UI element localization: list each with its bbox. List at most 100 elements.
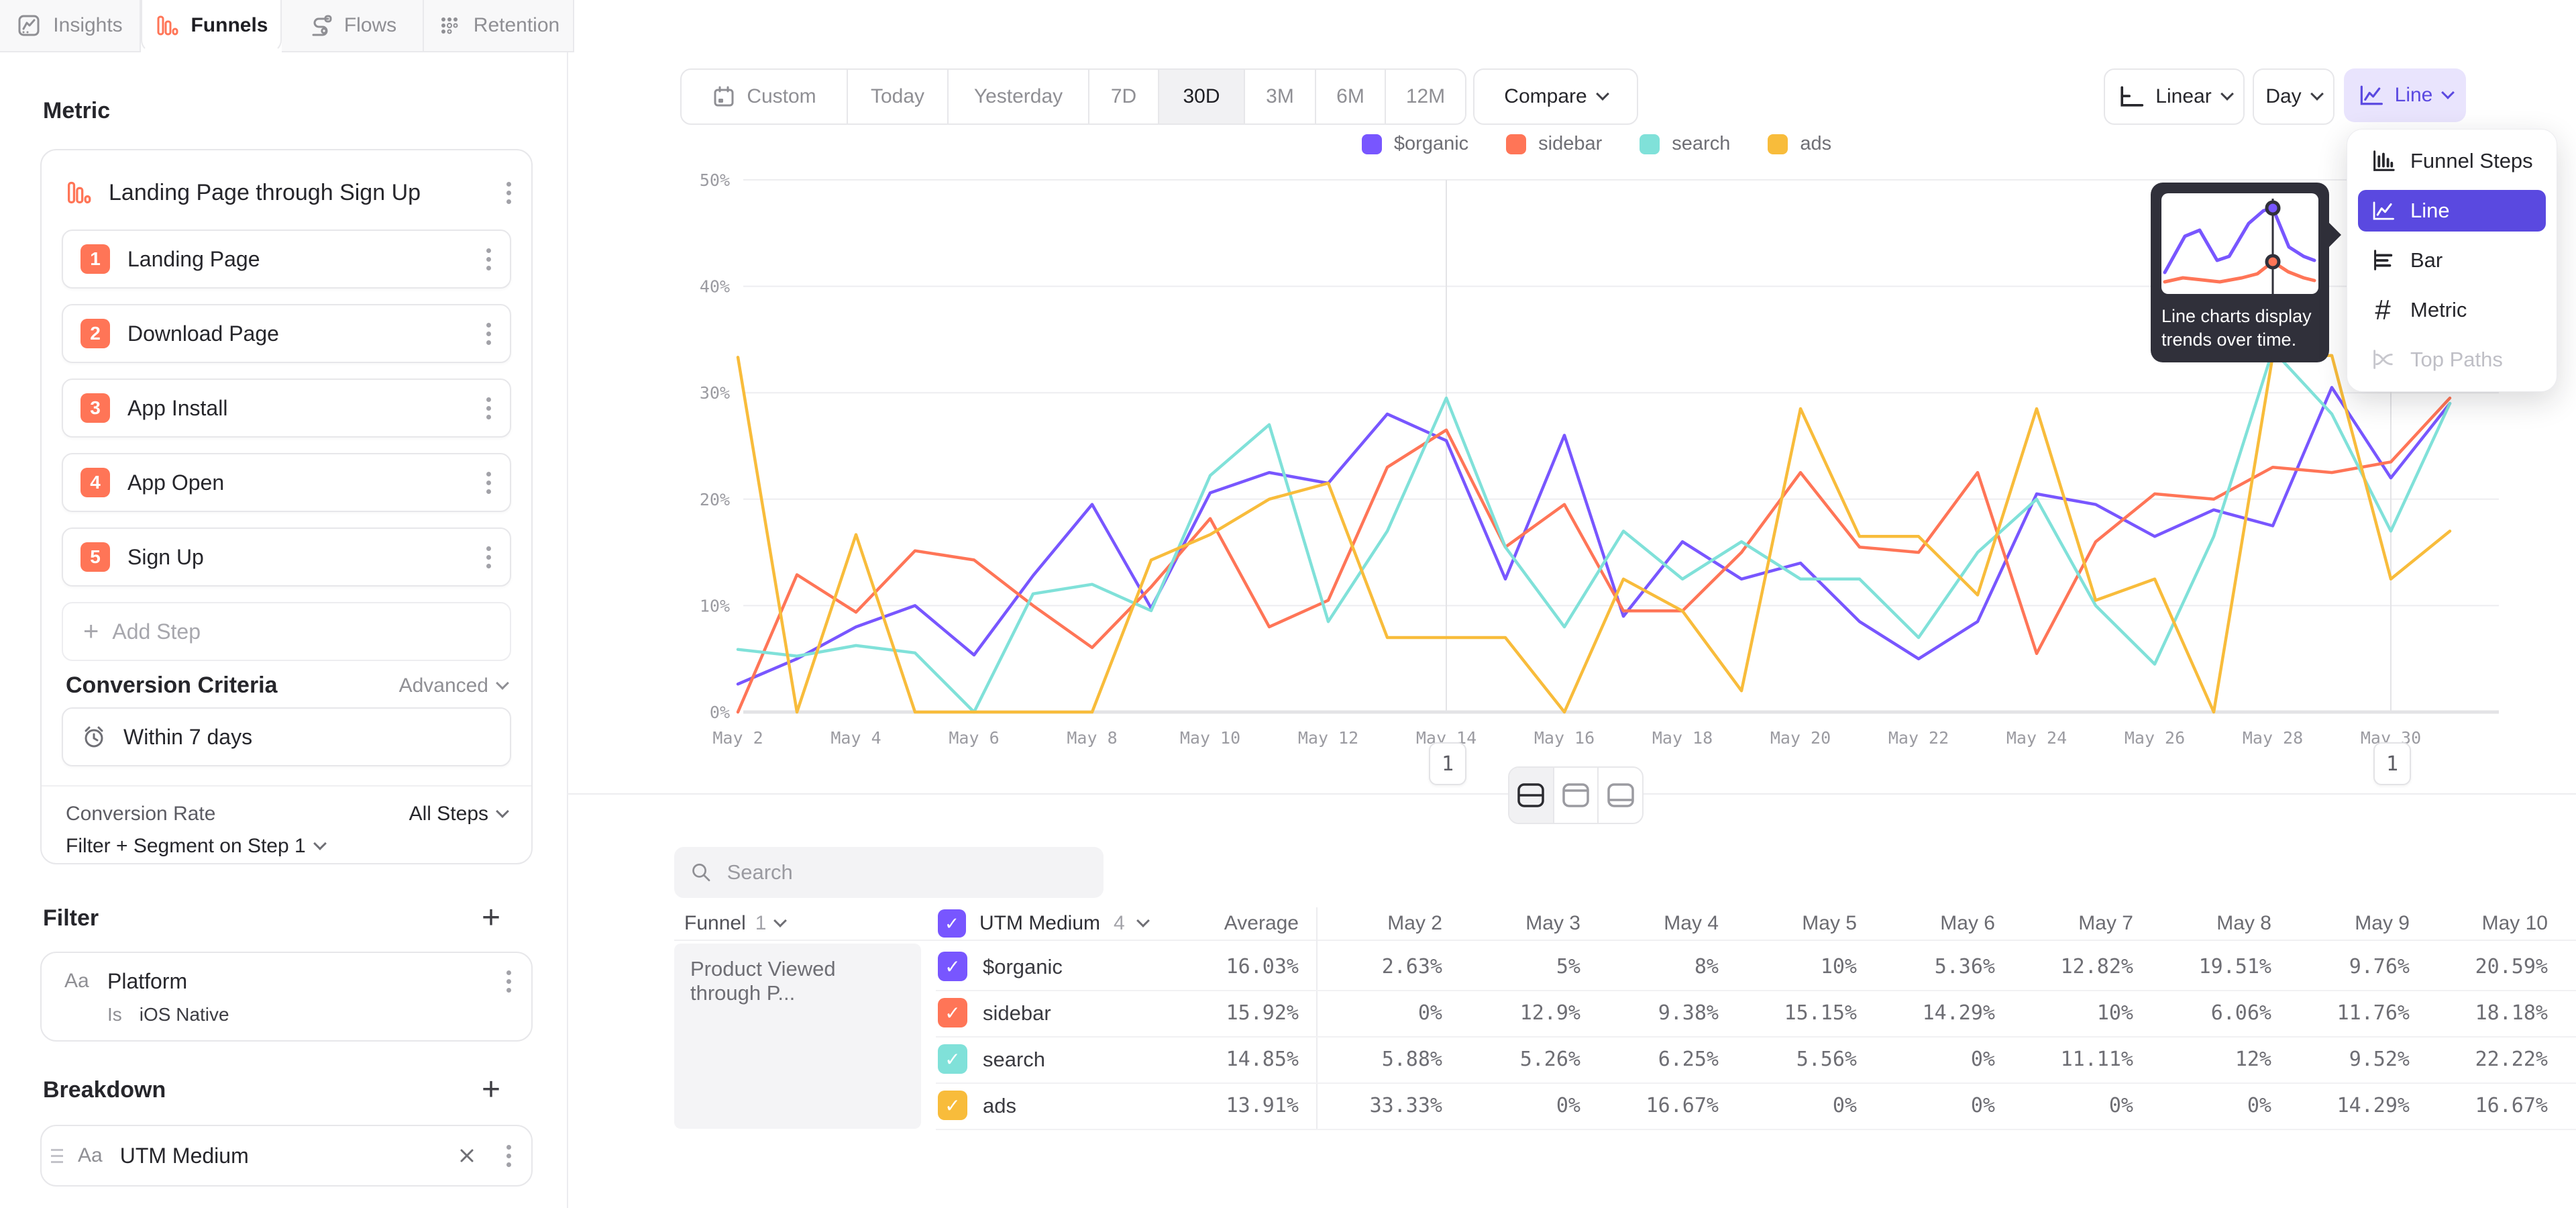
legend-label: ads	[1800, 133, 1831, 155]
tooltip-arrow	[2328, 221, 2341, 248]
tab-label: Insights	[53, 14, 122, 37]
bar-chart-icon	[2370, 248, 2396, 273]
range-custom[interactable]: Custom	[682, 70, 848, 123]
table-cell: 5.36%	[1868, 944, 1995, 990]
drag-handle-icon[interactable]	[51, 1149, 63, 1163]
funnel-step-3[interactable]: 3 App Install	[62, 379, 511, 438]
menu-item-funnel-steps[interactable]: Funnel Steps	[2358, 140, 2546, 182]
chevron-down-icon	[313, 837, 327, 850]
legend-item[interactable]: ads	[1768, 133, 1831, 155]
legend-item[interactable]: sidebar	[1506, 133, 1602, 155]
breakdown-menu-icon[interactable]	[506, 1145, 511, 1167]
row-checkbox[interactable]: ✓	[938, 1044, 967, 1074]
funnel-header-label: Funnel	[684, 912, 746, 935]
calendar-icon	[712, 85, 736, 109]
compare-button[interactable]: Compare	[1473, 68, 1638, 125]
table-cell: 0%	[1453, 1083, 1580, 1129]
funnel-step-5[interactable]: 5 Sign Up	[62, 527, 511, 587]
menu-item-metric[interactable]: # Metric	[2358, 289, 2546, 331]
tab-retention[interactable]: Retention	[424, 0, 574, 52]
interval-dropdown[interactable]: Day	[2253, 68, 2334, 125]
legend-item[interactable]: search	[1640, 133, 1730, 155]
range-12m[interactable]: 12M	[1386, 70, 1465, 123]
conversion-criteria-heading: Conversion Criteria	[66, 672, 278, 699]
svg-text:50%: 50%	[700, 170, 730, 190]
filter-segment-dropdown[interactable]: Filter + Segment on Step 1	[66, 835, 325, 858]
table-date-header[interactable]: May 5	[1729, 907, 1857, 940]
step-menu-icon[interactable]	[486, 397, 491, 419]
table-date-header[interactable]: May 3	[1453, 907, 1580, 940]
step-menu-icon[interactable]	[486, 323, 491, 345]
advanced-dropdown[interactable]: Advanced	[399, 674, 507, 697]
interval-label: Day	[2265, 85, 2301, 108]
clock-icon	[80, 723, 107, 750]
layout-table-toggle[interactable]	[1599, 768, 1642, 823]
svg-text:20%: 20%	[700, 490, 730, 509]
table-date-header[interactable]: May 7	[2006, 907, 2133, 940]
range-30d[interactable]: 30D	[1159, 70, 1245, 123]
row-checkbox[interactable]: ✓	[938, 952, 967, 981]
conversion-window-row[interactable]: Within 7 days	[62, 707, 511, 766]
card-divider	[42, 785, 531, 787]
menu-item-line[interactable]: Line	[2358, 190, 2546, 232]
layout-split-toggle[interactable]	[1509, 768, 1554, 823]
add-step-button[interactable]: + Add Step	[62, 602, 511, 661]
table-date-header[interactable]: May 4	[1591, 907, 1719, 940]
filter-value: iOS Native	[140, 1004, 229, 1025]
chart-type-label: Line	[2395, 84, 2433, 107]
menu-item-label: Metric	[2410, 298, 2467, 322]
range-yesterday[interactable]: Yesterday	[949, 70, 1089, 123]
breakdown-heading: Breakdown	[43, 1077, 166, 1103]
svg-text:May 6: May 6	[949, 728, 999, 748]
table-cell: 33.33%	[1315, 1083, 1442, 1129]
funnel-column-header[interactable]: Funnel 1	[684, 907, 785, 940]
breakdown-column-header[interactable]: ✓ UTM Medium 4	[938, 907, 1148, 940]
search-input[interactable]	[726, 860, 1087, 885]
step-menu-icon[interactable]	[486, 472, 491, 494]
add-filter-button[interactable]: +	[482, 902, 500, 934]
add-breakdown-button[interactable]: +	[482, 1074, 500, 1106]
scale-dropdown[interactable]: Linear	[2104, 68, 2245, 125]
funnel-menu-icon[interactable]	[506, 182, 511, 204]
range-6m[interactable]: 6M	[1316, 70, 1386, 123]
chevron-down-icon	[1136, 914, 1150, 927]
tab-flows[interactable]: Flows	[282, 0, 424, 52]
step-number-badge: 2	[80, 319, 110, 348]
funnel-step-2[interactable]: 2 Download Page	[62, 304, 511, 363]
funnel-name-cell[interactable]: Product Viewed through P...	[674, 944, 921, 1129]
select-all-checkbox[interactable]: ✓	[938, 909, 966, 938]
filter-menu-icon[interactable]	[506, 970, 511, 993]
range-today[interactable]: Today	[848, 70, 949, 123]
tab-insights[interactable]: Insights	[0, 0, 141, 52]
table-date-header[interactable]: May 2	[1315, 907, 1442, 940]
filter-card[interactable]: Aa Platform Is iOS Native	[40, 952, 533, 1042]
table-date-header[interactable]: May 8	[2144, 907, 2271, 940]
layout-chart-toggle[interactable]	[1554, 768, 1599, 823]
step-menu-icon[interactable]	[486, 248, 491, 270]
step-menu-icon[interactable]	[486, 546, 491, 568]
row-checkbox[interactable]: ✓	[938, 998, 967, 1027]
range-7d[interactable]: 7D	[1089, 70, 1159, 123]
funnel-step-1[interactable]: 1 Landing Page	[62, 230, 511, 289]
funnel-step-4[interactable]: 4 App Open	[62, 453, 511, 512]
chart-type-dropdown[interactable]: Line	[2344, 68, 2466, 122]
all-steps-dropdown[interactable]: All Steps	[409, 803, 507, 825]
annotation-badge[interactable]: 1	[1429, 742, 1466, 785]
table-cell: 8%	[1591, 944, 1719, 990]
menu-item-bar[interactable]: Bar	[2358, 240, 2546, 281]
range-3m[interactable]: 3M	[1245, 70, 1316, 123]
tab-funnels[interactable]: Funnels	[141, 0, 282, 52]
breakdown-card[interactable]: Aa UTM Medium	[40, 1125, 533, 1187]
annotation-badge[interactable]: 1	[2373, 742, 2411, 785]
legend-item[interactable]: $organic	[1362, 133, 1468, 155]
table-row: ✓search14.85%5.88%5.26%6.25%5.56%0%11.11…	[936, 1036, 2576, 1084]
table-date-header[interactable]: May 9	[2282, 907, 2410, 940]
range-label: Yesterday	[974, 85, 1063, 108]
table-date-header[interactable]: May 6	[1868, 907, 1995, 940]
table-date-header[interactable]: May 10	[2420, 907, 2548, 940]
table-cell: 9.76%	[2282, 944, 2410, 990]
row-checkbox[interactable]: ✓	[938, 1091, 967, 1120]
chevron-down-icon	[496, 805, 509, 818]
property-type-badge: Aa	[64, 970, 107, 993]
remove-breakdown-icon[interactable]	[457, 1146, 477, 1166]
